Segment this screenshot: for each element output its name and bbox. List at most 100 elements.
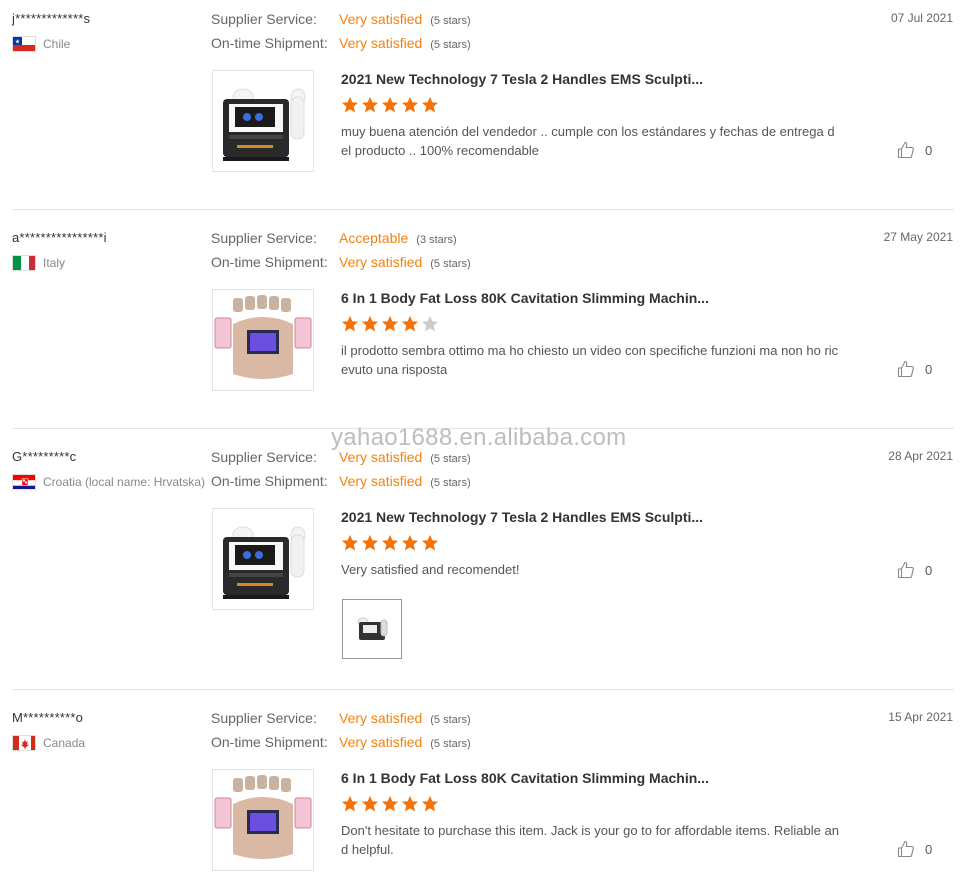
italy-flag-icon: [12, 255, 36, 271]
canada-flag-icon: [12, 735, 36, 751]
star-filled-icon: [341, 534, 359, 551]
product-title[interactable]: 2021 New Technology 7 Tesla 2 Handles EM…: [341, 509, 703, 525]
cavitation-machine-image: [214, 775, 312, 859]
reviewer-country: Canada: [12, 735, 85, 751]
supplier-service-rating: Supplier Service: Acceptable (3 stars): [211, 230, 457, 246]
shipment-label: On-time Shipment:: [211, 35, 328, 51]
star-filled-icon: [341, 96, 359, 113]
country-name: Canada: [43, 736, 86, 750]
supplier-service-value: Very satisfied: [339, 710, 423, 726]
supplier-service-label: Supplier Service:: [211, 710, 317, 726]
shipment-value: Very satisfied: [339, 35, 423, 51]
shipment-label: On-time Shipment:: [211, 473, 328, 489]
product-thumbnail[interactable]: [212, 289, 314, 391]
like-count: 0: [925, 841, 933, 857]
thumbs-up-icon: [897, 840, 914, 858]
thumbs-up-icon: [897, 561, 914, 579]
country-name: Chile: [43, 37, 71, 51]
reviewer-name: a****************i: [12, 230, 107, 245]
shipment-rating: On-time Shipment: Very satisfied (5 star…: [211, 35, 471, 51]
country-name: Italy: [43, 256, 66, 270]
thumbs-up-icon: [897, 141, 914, 159]
like-count: 0: [925, 562, 933, 578]
country-name: Croatia (local name: Hrvatska): [43, 475, 206, 489]
review-date: 07 Jul 2021: [890, 11, 953, 25]
like-count: 0: [925, 142, 933, 158]
star-filled-icon: [381, 315, 399, 332]
supplier-service-stars: (3 stars): [416, 234, 457, 246]
shipment-rating: On-time Shipment: Very satisfied (5 star…: [211, 254, 471, 270]
shipment-label: On-time Shipment:: [211, 734, 328, 750]
supplier-service-stars: (5 stars): [430, 453, 471, 465]
star-filled-icon: [361, 795, 379, 812]
star-filled-icon: [421, 534, 439, 551]
star-empty-icon: [421, 315, 439, 332]
like-count: 0: [925, 361, 933, 377]
product-title[interactable]: 6 In 1 Body Fat Loss 80K Cavitation Slim…: [341, 770, 709, 786]
thumbs-up-icon: [897, 360, 914, 378]
review-photo-image: [357, 617, 388, 640]
shipment-value: Very satisfied: [339, 473, 423, 489]
ems-machine-image: [223, 88, 306, 161]
review-date: 15 Apr 2021: [888, 710, 953, 724]
supplier-service-stars: (5 stars): [430, 714, 471, 726]
supplier-service-value: Acceptable: [339, 230, 409, 246]
star-filled-icon: [361, 534, 379, 551]
review-comment: il prodotto sembra ottimo ma ho chiesto …: [341, 343, 839, 377]
supplier-service-label: Supplier Service:: [211, 230, 317, 246]
shipment-stars: (5 stars): [430, 738, 471, 750]
chile-flag-icon: [12, 36, 36, 52]
watermark: yahao1688.en.alibaba.com: [331, 424, 627, 451]
review-comment: muy buena atención del vendedor .. cumpl…: [341, 124, 835, 158]
star-filled-icon: [341, 315, 359, 332]
shipment-rating: On-time Shipment: Very satisfied (5 star…: [211, 473, 471, 489]
like-button[interactable]: 0: [897, 360, 932, 378]
like-button[interactable]: 0: [897, 561, 932, 579]
review-divider: [12, 689, 954, 690]
reviewer-name: j*************s: [12, 11, 91, 26]
star-filled-icon: [421, 96, 439, 113]
star-filled-icon: [381, 795, 399, 812]
reviewer-name: M**********o: [12, 710, 84, 725]
shipment-value: Very satisfied: [339, 734, 423, 750]
ems-machine-image: [223, 526, 306, 599]
star-filled-icon: [401, 795, 419, 812]
supplier-service-value: Very satisfied: [339, 11, 423, 27]
review-date: 27 May 2021: [883, 230, 953, 244]
star-filled-icon: [341, 795, 359, 812]
product-star-rating: [341, 534, 439, 552]
product-star-rating: [341, 315, 439, 333]
supplier-service-rating: Supplier Service: Very satisfied (5 star…: [211, 11, 471, 27]
review-date: 28 Apr 2021: [888, 449, 953, 463]
star-filled-icon: [361, 96, 379, 113]
reviewer-country: Italy: [12, 255, 65, 271]
star-filled-icon: [381, 96, 399, 113]
supplier-service-label: Supplier Service:: [211, 11, 317, 27]
review-divider: [12, 209, 954, 210]
review-comment: Don't hesitate to purchase this item. Ja…: [341, 823, 839, 857]
review-photo-attachment[interactable]: [342, 599, 402, 659]
star-filled-icon: [401, 96, 419, 113]
cavitation-machine-image: [214, 295, 312, 379]
product-title[interactable]: 2021 New Technology 7 Tesla 2 Handles EM…: [341, 71, 703, 87]
reviewer-name: G*********c: [12, 449, 77, 464]
product-thumbnail[interactable]: [212, 70, 314, 172]
star-filled-icon: [381, 534, 399, 551]
product-thumbnail[interactable]: [212, 508, 314, 610]
like-button[interactable]: 0: [897, 141, 932, 159]
shipment-stars: (5 stars): [430, 477, 471, 489]
reviewer-country: Croatia (local name: Hrvatska): [12, 474, 205, 490]
shipment-label: On-time Shipment:: [211, 254, 328, 270]
reviewer-country: Chile: [12, 36, 70, 52]
supplier-service-rating: Supplier Service: Very satisfied (5 star…: [211, 710, 471, 726]
product-thumbnail[interactable]: [212, 769, 314, 871]
shipment-stars: (5 stars): [430, 39, 471, 51]
croatia-flag-icon: [12, 474, 36, 490]
product-star-rating: [341, 795, 439, 813]
like-button[interactable]: 0: [897, 840, 932, 858]
product-title[interactable]: 6 In 1 Body Fat Loss 80K Cavitation Slim…: [341, 290, 709, 306]
shipment-rating: On-time Shipment: Very satisfied (5 star…: [211, 734, 471, 750]
star-filled-icon: [401, 315, 419, 332]
supplier-service-label: Supplier Service:: [211, 449, 317, 465]
star-filled-icon: [421, 795, 439, 812]
